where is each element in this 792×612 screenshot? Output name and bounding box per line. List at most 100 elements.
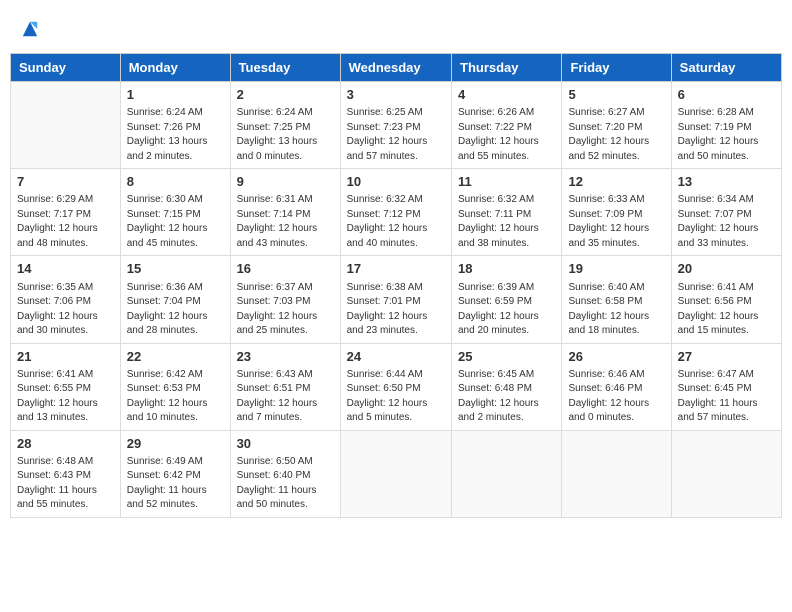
calendar-cell: 3 Sunrise: 6:25 AMSunset: 7:23 PMDaylight… bbox=[340, 82, 451, 169]
day-info: Sunrise: 6:28 AMSunset: 7:19 PMDaylight:… bbox=[678, 106, 775, 164]
day-info: Sunrise: 6:47 AMSunset: 6:45 PMDaylight:… bbox=[678, 368, 775, 426]
day-info: Sunrise: 6:26 AMSunset: 7:22 PMDaylight:… bbox=[458, 106, 555, 164]
calendar-cell bbox=[452, 430, 562, 517]
calendar-cell: 13 Sunrise: 6:34 AMSunset: 7:07 PMDayligh… bbox=[671, 169, 781, 256]
day-info: Sunrise: 6:48 AMSunset: 6:43 PMDaylight:… bbox=[17, 455, 114, 513]
calendar-cell: 14 Sunrise: 6:35 AMSunset: 7:06 PMDayligh… bbox=[11, 256, 121, 343]
day-number: 14 bbox=[17, 260, 114, 278]
calendar-header-row: SundayMondayTuesdayWednesdayThursdayFrid… bbox=[11, 54, 782, 82]
calendar-week-row: 28 Sunrise: 6:48 AMSunset: 6:43 PMDayligh… bbox=[11, 430, 782, 517]
day-number: 30 bbox=[237, 435, 334, 453]
day-number: 6 bbox=[678, 86, 775, 104]
calendar-week-row: 7 Sunrise: 6:29 AMSunset: 7:17 PMDaylight… bbox=[11, 169, 782, 256]
calendar-cell bbox=[11, 82, 121, 169]
day-number: 27 bbox=[678, 348, 775, 366]
day-info: Sunrise: 6:27 AMSunset: 7:20 PMDaylight:… bbox=[568, 106, 664, 164]
day-number: 21 bbox=[17, 348, 114, 366]
day-info: Sunrise: 6:36 AMSunset: 7:04 PMDaylight:… bbox=[127, 281, 224, 339]
day-info: Sunrise: 6:44 AMSunset: 6:50 PMDaylight:… bbox=[347, 368, 445, 426]
day-number: 19 bbox=[568, 260, 664, 278]
calendar-cell: 24 Sunrise: 6:44 AMSunset: 6:50 PMDayligh… bbox=[340, 343, 451, 430]
calendar-cell bbox=[671, 430, 781, 517]
day-number: 1 bbox=[127, 86, 224, 104]
column-header-saturday: Saturday bbox=[671, 54, 781, 82]
day-info: Sunrise: 6:39 AMSunset: 6:59 PMDaylight:… bbox=[458, 281, 555, 339]
calendar-cell: 18 Sunrise: 6:39 AMSunset: 6:59 PMDayligh… bbox=[452, 256, 562, 343]
calendar-cell: 30 Sunrise: 6:50 AMSunset: 6:40 PMDayligh… bbox=[230, 430, 340, 517]
day-number: 8 bbox=[127, 173, 224, 191]
day-info: Sunrise: 6:50 AMSunset: 6:40 PMDaylight:… bbox=[237, 455, 334, 513]
column-header-tuesday: Tuesday bbox=[230, 54, 340, 82]
day-info: Sunrise: 6:25 AMSunset: 7:23 PMDaylight:… bbox=[347, 106, 445, 164]
calendar-cell: 11 Sunrise: 6:32 AMSunset: 7:11 PMDayligh… bbox=[452, 169, 562, 256]
day-info: Sunrise: 6:34 AMSunset: 7:07 PMDaylight:… bbox=[678, 193, 775, 251]
column-header-sunday: Sunday bbox=[11, 54, 121, 82]
calendar-table: SundayMondayTuesdayWednesdayThursdayFrid… bbox=[10, 53, 782, 518]
day-number: 16 bbox=[237, 260, 334, 278]
day-number: 20 bbox=[678, 260, 775, 278]
day-number: 7 bbox=[17, 173, 114, 191]
day-info: Sunrise: 6:40 AMSunset: 6:58 PMDaylight:… bbox=[568, 281, 664, 339]
calendar-cell: 29Sunrise: 6:49 AMSunset: 6:42 PMDayligh… bbox=[120, 430, 230, 517]
day-info: Sunrise: 6:35 AMSunset: 7:06 PMDaylight:… bbox=[17, 281, 114, 339]
day-number: 4 bbox=[458, 86, 555, 104]
calendar-cell: 19 Sunrise: 6:40 AMSunset: 6:58 PMDayligh… bbox=[562, 256, 671, 343]
day-info: Sunrise: 6:38 AMSunset: 7:01 PMDaylight:… bbox=[347, 281, 445, 339]
day-info: Sunrise: 6:41 AMSunset: 6:55 PMDaylight:… bbox=[17, 368, 114, 426]
day-info: Sunrise: 6:31 AMSunset: 7:14 PMDaylight:… bbox=[237, 193, 334, 251]
calendar-cell: 1 Sunrise: 6:24 AMSunset: 7:26 PMDaylight… bbox=[120, 82, 230, 169]
logo-icon bbox=[21, 20, 39, 38]
day-number: 26 bbox=[568, 348, 664, 366]
column-header-monday: Monday bbox=[120, 54, 230, 82]
calendar-cell: 5 Sunrise: 6:27 AMSunset: 7:20 PMDaylight… bbox=[562, 82, 671, 169]
day-number: 13 bbox=[678, 173, 775, 191]
calendar-cell: 23 Sunrise: 6:43 AMSunset: 6:51 PMDayligh… bbox=[230, 343, 340, 430]
calendar-week-row: 14 Sunrise: 6:35 AMSunset: 7:06 PMDayligh… bbox=[11, 256, 782, 343]
column-header-thursday: Thursday bbox=[452, 54, 562, 82]
calendar-cell: 17 Sunrise: 6:38 AMSunset: 7:01 PMDayligh… bbox=[340, 256, 451, 343]
day-number: 2 bbox=[237, 86, 334, 104]
column-header-wednesday: Wednesday bbox=[340, 54, 451, 82]
calendar-cell: 16 Sunrise: 6:37 AMSunset: 7:03 PMDayligh… bbox=[230, 256, 340, 343]
calendar-cell: 12 Sunrise: 6:33 AMSunset: 7:09 PMDayligh… bbox=[562, 169, 671, 256]
day-number: 3 bbox=[347, 86, 445, 104]
day-number: 17 bbox=[347, 260, 445, 278]
calendar-cell: 22Sunrise: 6:42 AMSunset: 6:53 PMDayligh… bbox=[120, 343, 230, 430]
day-number: 24 bbox=[347, 348, 445, 366]
calendar-cell: 8 Sunrise: 6:30 AMSunset: 7:15 PMDaylight… bbox=[120, 169, 230, 256]
day-info: Sunrise: 6:43 AMSunset: 6:51 PMDaylight:… bbox=[237, 368, 334, 426]
day-number: 25 bbox=[458, 348, 555, 366]
day-info: Sunrise: 6:37 AMSunset: 7:03 PMDaylight:… bbox=[237, 281, 334, 339]
day-info: Sunrise: 6:46 AMSunset: 6:46 PMDaylight:… bbox=[568, 368, 664, 426]
day-number: 12 bbox=[568, 173, 664, 191]
calendar-cell: 21 Sunrise: 6:41 AMSunset: 6:55 PMDayligh… bbox=[11, 343, 121, 430]
calendar-cell: 15 Sunrise: 6:36 AMSunset: 7:04 PMDayligh… bbox=[120, 256, 230, 343]
calendar-cell: 28 Sunrise: 6:48 AMSunset: 6:43 PMDayligh… bbox=[11, 430, 121, 517]
day-info: Sunrise: 6:24 AMSunset: 7:25 PMDaylight:… bbox=[237, 106, 334, 164]
day-info: Sunrise: 6:30 AMSunset: 7:15 PMDaylight:… bbox=[127, 193, 224, 251]
day-number: 22 bbox=[127, 348, 224, 366]
day-info: Sunrise: 6:45 AMSunset: 6:48 PMDaylight:… bbox=[458, 368, 555, 426]
day-info: Sunrise: 6:24 AMSunset: 7:26 PMDaylight:… bbox=[127, 106, 224, 164]
calendar-cell: 9 Sunrise: 6:31 AMSunset: 7:14 PMDaylight… bbox=[230, 169, 340, 256]
day-number: 11 bbox=[458, 173, 555, 191]
day-number: 18 bbox=[458, 260, 555, 278]
day-info: Sunrise: 6:29 AMSunset: 7:17 PMDaylight:… bbox=[17, 193, 114, 251]
day-number: 5 bbox=[568, 86, 664, 104]
day-number: 28 bbox=[17, 435, 114, 453]
column-header-friday: Friday bbox=[562, 54, 671, 82]
day-info: Sunrise: 6:33 AMSunset: 7:09 PMDaylight:… bbox=[568, 193, 664, 251]
day-number: 23 bbox=[237, 348, 334, 366]
day-number: 9 bbox=[237, 173, 334, 191]
day-number: 15 bbox=[127, 260, 224, 278]
calendar-cell: 25 Sunrise: 6:45 AMSunset: 6:48 PMDayligh… bbox=[452, 343, 562, 430]
calendar-week-row: 21 Sunrise: 6:41 AMSunset: 6:55 PMDayligh… bbox=[11, 343, 782, 430]
calendar-cell: 2 Sunrise: 6:24 AMSunset: 7:25 PMDaylight… bbox=[230, 82, 340, 169]
calendar-cell: 10Sunrise: 6:32 AMSunset: 7:12 PMDayligh… bbox=[340, 169, 451, 256]
day-info: Sunrise: 6:41 AMSunset: 6:56 PMDaylight:… bbox=[678, 281, 775, 339]
logo bbox=[20, 20, 39, 43]
calendar-week-row: 1 Sunrise: 6:24 AMSunset: 7:26 PMDaylight… bbox=[11, 82, 782, 169]
day-info: Sunrise: 6:32 AMSunset: 7:12 PMDaylight:… bbox=[347, 193, 445, 251]
day-info: Sunrise: 6:32 AMSunset: 7:11 PMDaylight:… bbox=[458, 193, 555, 251]
calendar-cell: 26 Sunrise: 6:46 AMSunset: 6:46 PMDayligh… bbox=[562, 343, 671, 430]
